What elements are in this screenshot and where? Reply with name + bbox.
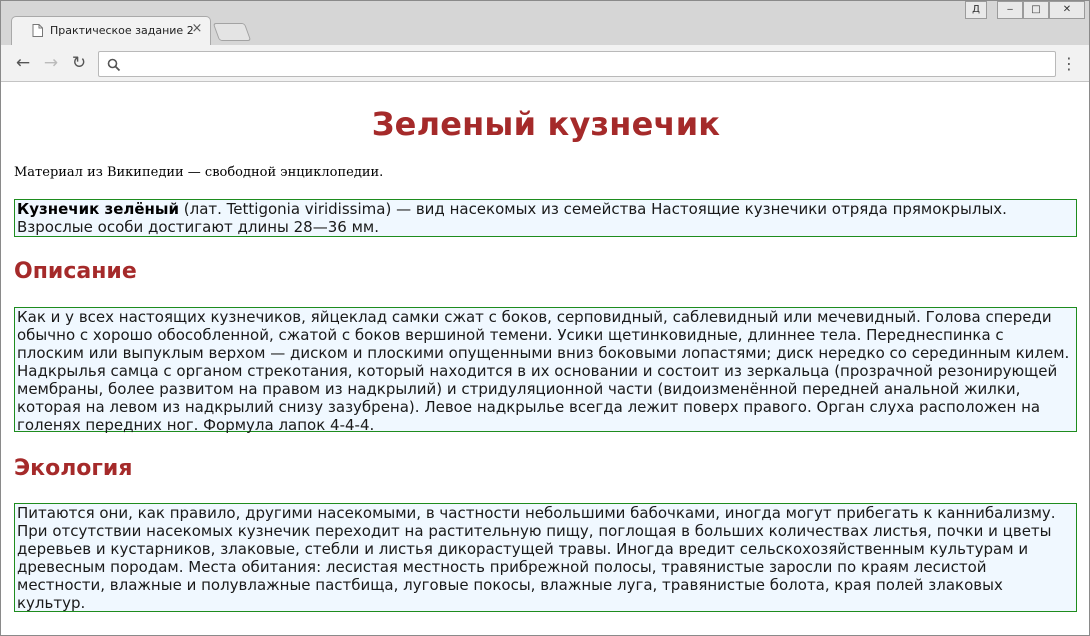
tab-close-icon[interactable]: × <box>190 22 204 36</box>
browser-tab[interactable]: Практическое задание 2 × <box>11 16 211 45</box>
forward-button[interactable]: → <box>41 53 61 73</box>
browser-window: Практическое задание 2 × Д ‒ □ ✕ ← → ↻ ⋮… <box>0 0 1090 636</box>
menu-icon[interactable]: ⋮ <box>1061 54 1077 74</box>
tab-title: Практическое задание 2 <box>50 24 194 37</box>
minimize-button[interactable]: ‒ <box>997 1 1023 19</box>
reload-button[interactable]: ↻ <box>69 53 89 73</box>
page-title: Зеленый кузнечик <box>371 105 721 143</box>
search-icon <box>107 58 121 72</box>
intro-box: Кузнечик зелёный (лат. Tettigonia viridi… <box>14 199 1077 237</box>
section-heading-description: Описание <box>14 259 137 284</box>
ecology-box: Питаются они, как правило, другими насек… <box>14 503 1077 612</box>
address-input[interactable] <box>127 55 1047 73</box>
page-content: Зеленый кузнечик Материал из Википедии —… <box>2 83 1088 635</box>
new-tab-button[interactable] <box>212 23 252 41</box>
close-window-button[interactable]: ✕ <box>1049 1 1085 19</box>
page-icon <box>32 24 43 37</box>
user-profile-button[interactable]: Д <box>965 1 987 19</box>
intro-bold: Кузнечик зелёный <box>17 200 179 218</box>
tab-strip: Практическое задание 2 × Д ‒ □ ✕ <box>1 1 1089 45</box>
browser-toolbar: ← → ↻ ⋮ <box>1 45 1089 82</box>
description-box: Как и у всех настоящих кузнечиков, яйцек… <box>14 307 1077 434</box>
back-button[interactable]: ← <box>13 53 33 73</box>
source-note: Материал из Википедии — свободной энцикл… <box>14 165 384 180</box>
section-heading-ecology: Экология <box>14 456 133 481</box>
maximize-button[interactable]: □ <box>1023 1 1049 19</box>
address-bar[interactable] <box>98 51 1056 77</box>
